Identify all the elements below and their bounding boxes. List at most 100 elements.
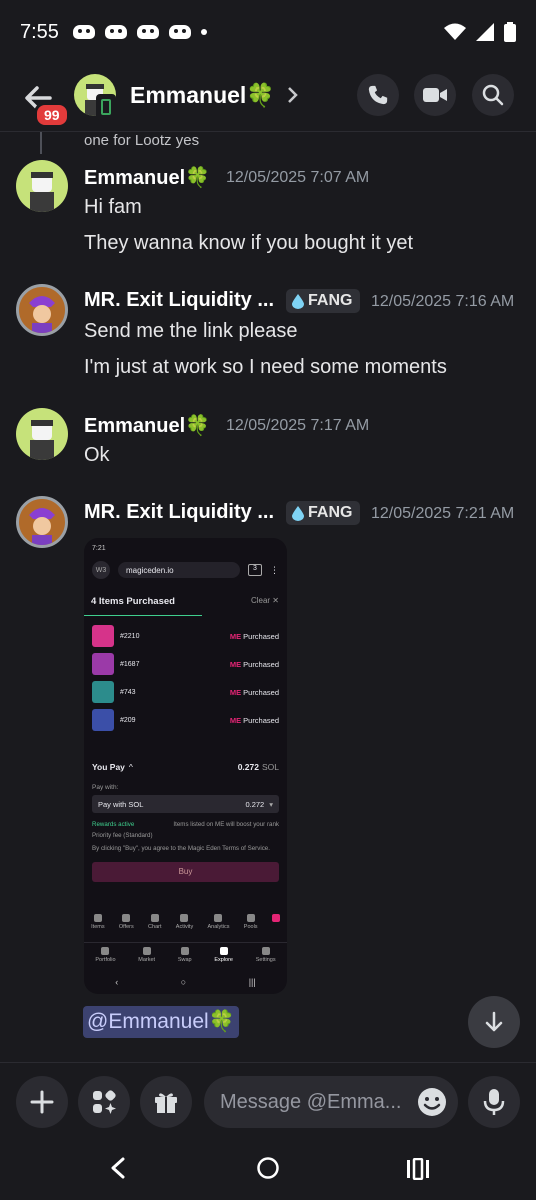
item-status: ME Purchased	[229, 715, 279, 725]
menu-dots-icon: ⋮	[270, 564, 279, 575]
nav-item: Market	[138, 947, 155, 963]
discord-notification-icon	[72, 25, 95, 39]
message-author[interactable]: Emmanuel🍀	[84, 165, 210, 190]
discord-notification-icon	[136, 25, 159, 39]
server-tag-label: FANG	[308, 292, 353, 309]
signal-icon	[476, 23, 494, 41]
water-drop-icon	[292, 293, 304, 309]
tab-item: Chart	[148, 914, 162, 930]
search-button[interactable]	[472, 74, 514, 116]
server-tag-label: FANG	[308, 504, 353, 521]
tab-item: Analytics	[207, 914, 230, 930]
terms-text: By clicking "Buy", you agree to the Magi…	[92, 845, 270, 852]
message-input-placeholder: Message @Emma...	[220, 1090, 402, 1113]
message-timestamp: 12/05/2025 7:07 AM	[226, 169, 370, 186]
add-attachment-button[interactable]	[16, 1076, 68, 1128]
chevron-down-icon: ▾	[269, 799, 273, 809]
buy-button: Buy	[92, 861, 279, 882]
tab-count: 3	[248, 564, 262, 576]
avatar[interactable]	[16, 284, 68, 336]
nav-item: Explore	[214, 947, 233, 963]
water-drop-icon	[292, 505, 304, 521]
back-icon[interactable]	[108, 1156, 128, 1180]
phone-icon	[368, 85, 388, 105]
nft-thumbnail	[92, 653, 114, 675]
voice-message-button[interactable]	[468, 1076, 520, 1128]
attachment-time: 7:21	[92, 544, 106, 552]
avatar[interactable]	[16, 496, 68, 548]
tab-item: Pools	[244, 914, 258, 930]
search-icon	[482, 84, 504, 106]
composer-divider	[0, 1062, 536, 1063]
chevron-up-icon: ^	[128, 762, 133, 772]
cart-icon	[271, 914, 280, 930]
nft-thumbnail	[92, 625, 114, 647]
list-item: #209 ME Purchased	[84, 706, 287, 734]
voice-call-button[interactable]	[357, 74, 399, 116]
unread-badge: 99	[34, 102, 70, 128]
rewards-label: Rewards active	[92, 821, 135, 828]
video-camera-icon	[423, 88, 447, 102]
recents-icon: |||	[248, 977, 256, 987]
microphone-icon	[483, 1089, 505, 1115]
server-tag[interactable]: FANG	[286, 501, 361, 525]
item-id: #1687	[120, 660, 140, 668]
message-timestamp: 12/05/2025 7:21 AM	[371, 505, 515, 522]
attachment-url-bar: W3 magiceden.io 3 ⋮	[84, 558, 287, 582]
message-author[interactable]: Emmanuel🍀	[84, 413, 210, 438]
rewards-note: Items listed on ME will boost your rank	[173, 821, 279, 828]
message-text: They wanna know if you bought it yet	[84, 232, 414, 254]
tab-item: Activity	[176, 914, 193, 930]
payment-section: You Pay ^ 0.272 SOL Pay with: Pay with S…	[84, 762, 287, 882]
discord-notification-icon	[168, 25, 191, 39]
chat-header: 99 Emmanuel🍀	[0, 64, 536, 132]
item-status: ME Purchased	[229, 687, 279, 697]
message-author[interactable]: MR. Exit Liquidity ...	[84, 501, 274, 524]
chat-title[interactable]: Emmanuel🍀	[130, 82, 275, 109]
notification-icons	[72, 25, 207, 39]
message-text: I'm just at work so I need some moments	[84, 356, 447, 378]
message-timestamp: 12/05/2025 7:16 AM	[371, 293, 515, 310]
wifi-icon	[444, 23, 466, 40]
nft-thumbnail	[92, 709, 114, 731]
nav-item: Settings	[256, 947, 276, 963]
user-mention[interactable]: @Emmanuel🍀	[83, 1006, 239, 1038]
avatar[interactable]	[16, 408, 68, 460]
item-id: #2210	[120, 632, 140, 640]
emoji-icon[interactable]	[416, 1086, 448, 1118]
item-status: ME Purchased	[229, 631, 279, 641]
recents-icon[interactable]	[406, 1158, 430, 1180]
attachment-status-bar: 7:21	[84, 538, 287, 558]
purchased-list: #2210 ME Purchased #1687 ME Purchased #743…	[84, 622, 287, 734]
item-id: #743	[120, 688, 136, 696]
discord-notification-icon	[104, 25, 127, 39]
message-text: Send me the link please	[84, 320, 298, 342]
home-icon[interactable]	[256, 1156, 280, 1180]
apps-button[interactable]	[78, 1076, 130, 1128]
w3-icon: W3	[92, 561, 110, 579]
list-item: #743 ME Purchased	[84, 678, 287, 706]
server-tag[interactable]: FANG	[286, 289, 361, 313]
gift-button[interactable]	[140, 1076, 192, 1128]
message-author[interactable]: MR. Exit Liquidity ...	[84, 289, 274, 312]
mobile-status-icon	[96, 94, 116, 120]
more-notifications-icon	[200, 29, 207, 35]
arrow-down-icon	[485, 1011, 503, 1032]
image-attachment[interactable]: 7:21 W3 magiceden.io 3 ⋮ 4 Items Purchas…	[84, 538, 287, 994]
home-icon: ○	[180, 977, 187, 987]
video-call-button[interactable]	[414, 74, 456, 116]
jump-to-bottom-button[interactable]	[468, 996, 520, 1048]
avatar[interactable]	[16, 160, 68, 212]
nft-thumbnail	[92, 681, 114, 703]
you-pay-label: You Pay	[92, 762, 125, 772]
tab-item: Items	[91, 914, 105, 930]
status-bar: 7:55	[0, 0, 536, 64]
pay-with-label: Pay with:	[92, 784, 119, 791]
reply-preview[interactable]: one for Lootz yes	[84, 132, 199, 149]
chevron-right-icon[interactable]	[286, 84, 300, 106]
clear-label: Clear ✕	[250, 596, 279, 605]
attachment-url: magiceden.io	[118, 562, 240, 578]
nav-item: Portfolio	[95, 947, 116, 963]
plus-icon	[30, 1090, 54, 1114]
item-status: ME Purchased	[229, 659, 279, 669]
